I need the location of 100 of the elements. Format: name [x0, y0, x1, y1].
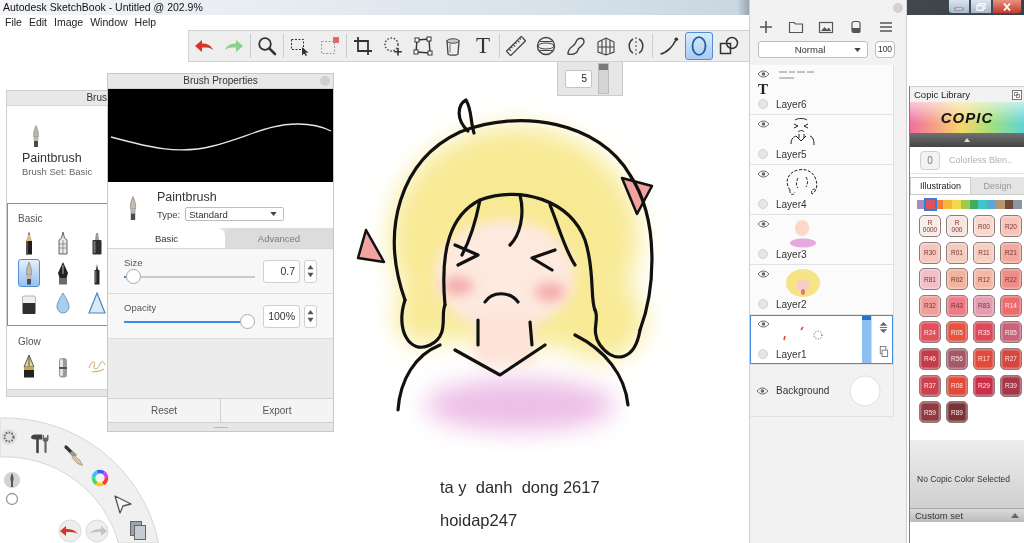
- folder-icon[interactable]: [788, 19, 804, 35]
- tab[interactable]: Basic: [108, 228, 225, 248]
- layer-row[interactable]: Layer1: [750, 315, 893, 365]
- brush-set[interactable]: Glow: [7, 326, 107, 389]
- close-button[interactable]: [992, 0, 1022, 14]
- up-down-arrows-icon[interactable]: [877, 321, 889, 335]
- copic-logo: COPIC: [940, 109, 994, 126]
- settings-icon[interactable]: [1, 429, 17, 445]
- ellipse-guide-icon: [536, 36, 556, 56]
- eye-icon[interactable]: [756, 386, 769, 395]
- color-family-swatch[interactable]: [969, 200, 979, 209]
- selection-bar[interactable]: [862, 316, 871, 363]
- panel-button[interactable]: Reset: [108, 399, 221, 422]
- value-field[interactable]: 100%: [263, 304, 300, 328]
- circle-toggle-icon[interactable]: [758, 199, 768, 209]
- menu-item[interactable]: Image: [54, 16, 84, 29]
- hammer-wrench-icon[interactable]: [31, 434, 49, 454]
- circle-toggle-icon[interactable]: [758, 299, 768, 309]
- layer-thumbnail-drawing: [790, 118, 815, 146]
- eye-icon[interactable]: [756, 170, 770, 178]
- caret-icon: [854, 47, 861, 52]
- fountain-nib-icon: [20, 354, 38, 378]
- panel-button[interactable]: Export: [221, 399, 333, 422]
- brush-tile[interactable]: [86, 289, 108, 317]
- slider-label: Size: [124, 257, 143, 269]
- color-family-swatch[interactable]: [943, 200, 952, 209]
- layer-row[interactable]: Layer4: [750, 165, 893, 215]
- up-down-arrows-icon: [307, 309, 314, 323]
- layer-thumbnail-drawing: [786, 269, 820, 297]
- layer-row[interactable]: Layer5: [750, 115, 893, 165]
- color-family-swatch[interactable]: [934, 200, 944, 209]
- eye-icon[interactable]: [756, 120, 770, 128]
- menu-item[interactable]: Edit: [28, 16, 47, 29]
- slider-track[interactable]: [598, 63, 609, 94]
- color-family-swatch[interactable]: [1004, 200, 1014, 209]
- menu-icon[interactable]: [878, 19, 894, 35]
- maximize-button[interactable]: [970, 0, 992, 14]
- stepper-button[interactable]: [304, 304, 317, 328]
- color-family-swatch[interactable]: [925, 200, 935, 209]
- blend-mode-dropdown[interactable]: Normal: [758, 41, 868, 58]
- eraser-icon[interactable]: [848, 19, 864, 35]
- layer-row[interactable]: Layer3: [750, 215, 893, 265]
- section-header[interactable]: Custom set: [910, 508, 1024, 522]
- layer-row[interactable]: T Layer6: [750, 65, 893, 115]
- slider-thumb[interactable]: [126, 269, 142, 284]
- opacity-field[interactable]: 100: [875, 41, 895, 58]
- resize-grip[interactable]: [108, 422, 333, 431]
- brush-tile[interactable]: [18, 259, 40, 287]
- circle-toggle-icon[interactable]: [758, 149, 768, 159]
- type-dropdown[interactable]: Standard: [185, 207, 285, 221]
- circle-toggle-icon[interactable]: [758, 249, 768, 259]
- eye-icon[interactable]: [756, 220, 770, 228]
- brush-set[interactable]: Basic: [7, 203, 107, 326]
- color-family-swatch[interactable]: [952, 200, 961, 209]
- brush-tip-icon[interactable]: [4, 472, 20, 488]
- background-color-swatch[interactable]: [849, 374, 881, 407]
- slider-thumb[interactable]: [240, 314, 255, 329]
- window-title: Autodesk SketchBook - Untitled @ 202.9%: [2, 0, 203, 15]
- brush-icon[interactable]: [64, 445, 83, 466]
- plus-icon[interactable]: [758, 19, 774, 35]
- color-family-swatch[interactable]: [978, 200, 987, 209]
- slider-thumb[interactable]: [599, 64, 608, 70]
- colorless-swatch[interactable]: 0: [920, 150, 940, 170]
- triangle-icon: [88, 291, 106, 315]
- shapes-icon: [719, 36, 739, 56]
- menu-item[interactable]: Help: [134, 16, 157, 29]
- cursor-icon[interactable]: [114, 495, 132, 514]
- layer-row[interactable]: Layer2: [750, 265, 893, 315]
- section-title: Custom set: [915, 510, 964, 521]
- color-family-swatch[interactable]: [1013, 200, 1022, 209]
- up-down-arrows-icon: [307, 264, 314, 278]
- layer-thumbnail-drawing: [778, 71, 815, 79]
- layer-stack-icon[interactable]: [877, 344, 889, 358]
- color-family-swatch[interactable]: [960, 200, 970, 209]
- menu-item[interactable]: Window: [90, 16, 128, 29]
- panel-title: Copic Library: [914, 89, 970, 100]
- text-tool-button[interactable]: T: [469, 32, 497, 60]
- tab[interactable]: Illustration: [910, 177, 971, 194]
- type-label: Type:: [157, 208, 181, 220]
- eye-icon[interactable]: [756, 270, 770, 278]
- status-text: No Copic Color Selected: [917, 474, 1011, 484]
- tool-button[interactable]: [685, 32, 713, 60]
- restore-icon[interactable]: [1012, 89, 1022, 100]
- brush-name: Paintbrush: [157, 190, 217, 205]
- value-field[interactable]: 0.7: [263, 259, 300, 283]
- pages-icon[interactable]: [130, 521, 146, 540]
- color-family-swatch[interactable]: [995, 200, 1005, 209]
- color-wheel-icon[interactable]: [91, 469, 109, 487]
- menu-item[interactable]: File: [5, 16, 22, 29]
- color-family-swatch[interactable]: [987, 200, 996, 209]
- size-field[interactable]: 5: [565, 69, 592, 88]
- circle-toggle-icon[interactable]: [758, 99, 768, 109]
- minimize-button[interactable]: [948, 0, 970, 14]
- ring-icon[interactable]: [5, 492, 19, 506]
- undo-icon[interactable]: [58, 519, 82, 543]
- eye-icon[interactable]: [756, 70, 770, 78]
- stepper-button[interactable]: [304, 259, 317, 283]
- circle-toggle-icon[interactable]: [758, 349, 768, 359]
- image-icon[interactable]: [818, 19, 834, 35]
- eye-icon[interactable]: [756, 320, 770, 328]
